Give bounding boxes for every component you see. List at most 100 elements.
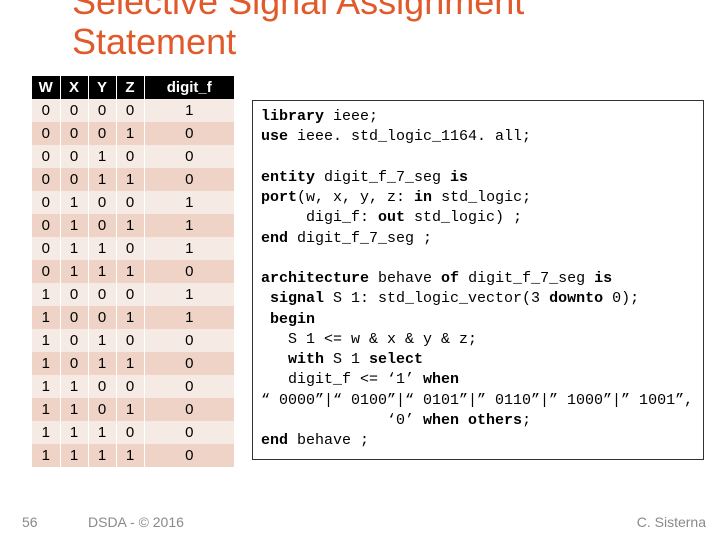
- table-cell: 1: [88, 237, 116, 260]
- table-row: 10001: [32, 283, 234, 306]
- table-cell: 0: [144, 260, 234, 283]
- table-row: 11000: [32, 375, 234, 398]
- table-cell: 0: [144, 421, 234, 444]
- table-row: 00100: [32, 145, 234, 168]
- title-line-1: Selective Signal Assignment: [72, 0, 524, 22]
- table-cell: 0: [32, 122, 60, 145]
- table-cell: 1: [144, 99, 234, 122]
- table-cell: 0: [116, 237, 144, 260]
- table-cell: 0: [144, 398, 234, 421]
- table-cell: 0: [60, 145, 88, 168]
- table-cell: 1: [116, 444, 144, 467]
- table-cell: 0: [32, 99, 60, 122]
- table-cell: 1: [32, 398, 60, 421]
- table-cell: 0: [88, 122, 116, 145]
- table-header-digit_f: digit_f: [144, 76, 234, 99]
- table-cell: 0: [60, 168, 88, 191]
- table-cell: 0: [88, 283, 116, 306]
- table-row: 01110: [32, 260, 234, 283]
- kw-entity: entity: [261, 169, 315, 186]
- table-header-z: Z: [116, 76, 144, 99]
- table-cell: 0: [144, 122, 234, 145]
- truth-table: WXYZdigit_f 0000100010001000011001001010…: [32, 76, 234, 467]
- table-cell: 0: [60, 352, 88, 375]
- table-cell: 0: [32, 168, 60, 191]
- table-cell: 1: [144, 306, 234, 329]
- table-cell: 1: [88, 421, 116, 444]
- table-cell: 0: [144, 168, 234, 191]
- footer-left: DSDA - © 2016: [88, 514, 184, 530]
- table-cell: 1: [32, 444, 60, 467]
- kw-port: port: [261, 189, 297, 206]
- table-cell: 1: [32, 329, 60, 352]
- kw-begin: begin: [261, 311, 315, 328]
- table-cell: 1: [88, 145, 116, 168]
- table-cell: 0: [116, 329, 144, 352]
- table-cell: 1: [88, 329, 116, 352]
- kw-library: library: [261, 108, 324, 125]
- table-header-w: W: [32, 76, 60, 99]
- table-cell: 1: [32, 375, 60, 398]
- table-cell: 0: [88, 214, 116, 237]
- table-cell: 1: [144, 191, 234, 214]
- table-cell: 0: [144, 329, 234, 352]
- table-cell: 1: [60, 260, 88, 283]
- table-cell: 1: [60, 398, 88, 421]
- table-header-x: X: [60, 76, 88, 99]
- table-cell: 0: [88, 99, 116, 122]
- table-cell: 0: [88, 191, 116, 214]
- page-number: 56: [22, 514, 38, 530]
- table-cell: 1: [32, 352, 60, 375]
- table-row: 11100: [32, 421, 234, 444]
- table-cell: 1: [116, 398, 144, 421]
- table-cell: 1: [116, 214, 144, 237]
- table-cell: 1: [88, 260, 116, 283]
- kw-architecture: architecture: [261, 270, 369, 287]
- table-cell: 1: [32, 306, 60, 329]
- table-cell: 0: [32, 260, 60, 283]
- table-cell: 0: [60, 306, 88, 329]
- table-row: 11010: [32, 398, 234, 421]
- vhdl-code-block: library ieee; use ieee. std_logic_1164. …: [252, 100, 704, 460]
- title-line-2: Statement: [72, 21, 236, 62]
- table-cell: 1: [116, 260, 144, 283]
- table-cell: 0: [116, 191, 144, 214]
- table-row: 01011: [32, 214, 234, 237]
- table-cell: 1: [144, 237, 234, 260]
- table-cell: 0: [32, 237, 60, 260]
- table-row: 10110: [32, 352, 234, 375]
- table-cell: 0: [144, 444, 234, 467]
- table-cell: 0: [116, 283, 144, 306]
- table-cell: 1: [60, 237, 88, 260]
- table-cell: 1: [88, 168, 116, 191]
- table-cell: 0: [116, 375, 144, 398]
- table-cell: 0: [60, 329, 88, 352]
- table-cell: 0: [88, 398, 116, 421]
- table-cell: 1: [60, 214, 88, 237]
- table-cell: 1: [144, 214, 234, 237]
- table-cell: 0: [32, 191, 60, 214]
- table-row: 01101: [32, 237, 234, 260]
- table-cell: 0: [32, 214, 60, 237]
- table-cell: 1: [60, 191, 88, 214]
- footer-right: C. Sisterna: [637, 514, 706, 530]
- kw-with: with: [261, 351, 324, 368]
- table-cell: 0: [144, 375, 234, 398]
- table-cell: 1: [116, 122, 144, 145]
- table-cell: 1: [32, 421, 60, 444]
- table-cell: 1: [60, 444, 88, 467]
- table-row: 01001: [32, 191, 234, 214]
- table-cell: 0: [60, 283, 88, 306]
- table-cell: 0: [32, 145, 60, 168]
- slide-title: Selective Signal Assignment Statement: [72, 0, 524, 61]
- table-row: 10100: [32, 329, 234, 352]
- table-row: 00010: [32, 122, 234, 145]
- table-cell: 0: [60, 99, 88, 122]
- table-cell: 0: [88, 375, 116, 398]
- table-cell: 0: [88, 306, 116, 329]
- table-cell: 0: [144, 352, 234, 375]
- table-header-y: Y: [88, 76, 116, 99]
- table-cell: 1: [116, 306, 144, 329]
- table-cell: 0: [116, 421, 144, 444]
- table-cell: 1: [116, 168, 144, 191]
